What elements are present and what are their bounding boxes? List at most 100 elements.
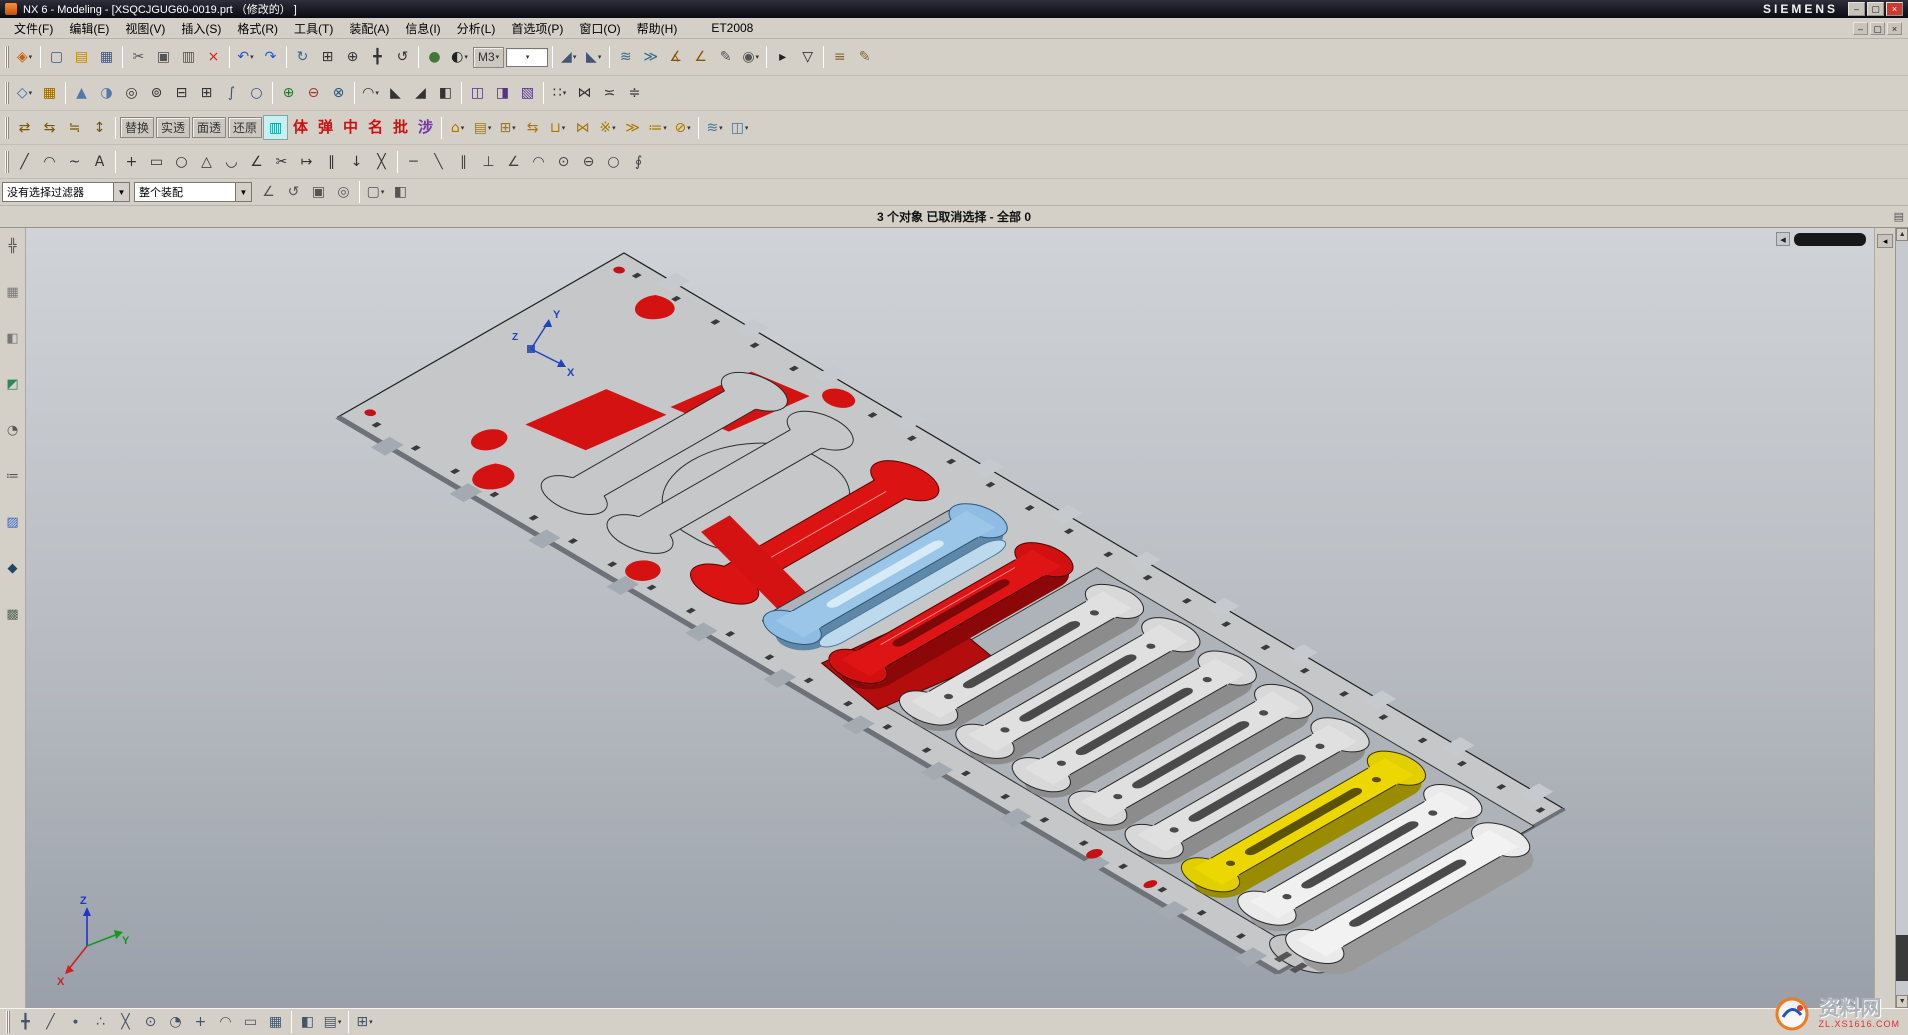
intersection-point-icon[interactable]: ╳ bbox=[113, 1010, 138, 1035]
offset-region-icon[interactable]: ≒ bbox=[62, 115, 87, 140]
solid-transparent-button[interactable]: 实透 bbox=[156, 117, 190, 138]
wave-geometry-icon[interactable]: ≋ bbox=[613, 45, 638, 70]
exploded-views-icon[interactable]: ※▾ bbox=[595, 115, 620, 140]
texture-icon[interactable]: ▩ bbox=[3, 604, 23, 624]
bounded-grid-icon[interactable]: ▦ bbox=[263, 1010, 288, 1035]
angle-line-icon[interactable]: ∠ bbox=[501, 149, 526, 174]
unite-icon[interactable]: ⊕ bbox=[276, 81, 301, 106]
doc-minimize-button[interactable]: – bbox=[1853, 22, 1868, 35]
new-icon[interactable]: ▢ bbox=[44, 45, 69, 70]
dropdown-arrow-icon[interactable]: ▾ bbox=[29, 89, 33, 97]
dropdown-arrow-icon[interactable]: ▾ bbox=[612, 124, 616, 132]
redo-icon[interactable]: ↷ bbox=[258, 45, 283, 70]
replace-button[interactable]: 替换 bbox=[120, 117, 154, 138]
strip-model[interactable] bbox=[338, 253, 1599, 994]
text-icon[interactable]: A bbox=[87, 149, 112, 174]
inclined-line-icon[interactable]: ╲ bbox=[426, 149, 451, 174]
sweep-icon[interactable]: ∫ bbox=[219, 81, 244, 106]
dropdown-arrow-icon[interactable]: ▾ bbox=[526, 53, 530, 61]
dropdown-arrow-icon[interactable]: ▾ bbox=[512, 124, 516, 132]
extrude-icon[interactable]: ▲ bbox=[69, 81, 94, 106]
undo-icon[interactable]: ↶▾ bbox=[233, 45, 258, 70]
clock-icon[interactable]: ◔ bbox=[3, 420, 23, 440]
close-button[interactable]: × bbox=[1886, 2, 1903, 16]
assembly-constraints-icon[interactable]: ⊔▾ bbox=[545, 115, 570, 140]
menu-et2008[interactable]: ET2008 bbox=[703, 19, 761, 37]
parallel-lines-icon[interactable]: ∥ bbox=[451, 149, 476, 174]
arc-center-icon[interactable]: ⊙ bbox=[138, 1010, 163, 1035]
rectangle-icon[interactable]: ▭ bbox=[144, 149, 169, 174]
instance-feature-icon[interactable]: ∷▾ bbox=[547, 81, 572, 106]
menu-edit[interactable]: 编辑(E) bbox=[61, 18, 117, 39]
pad-icon[interactable]: ⊞ bbox=[194, 81, 219, 106]
snap-angle-icon[interactable]: ∠ bbox=[256, 180, 281, 205]
trim-body-icon[interactable]: ◫ bbox=[465, 81, 490, 106]
prev-selection-icon[interactable]: ↺ bbox=[281, 180, 306, 205]
shaded-display-icon[interactable]: ● bbox=[422, 45, 447, 70]
scrollbar-track[interactable] bbox=[1896, 241, 1908, 995]
boss-icon[interactable]: ⊚ bbox=[144, 81, 169, 106]
edit-object-display-icon[interactable]: ✎ bbox=[713, 45, 738, 70]
dropdown-arrow-icon[interactable]: ▾ bbox=[250, 53, 254, 61]
dropdown-arrow-icon[interactable]: ▾ bbox=[496, 53, 500, 61]
paste-icon[interactable]: ▥ bbox=[176, 45, 201, 70]
select-all-icon[interactable]: ▣ bbox=[306, 180, 331, 205]
grid-display-icon[interactable]: ▦ bbox=[3, 282, 23, 302]
project-curve-icon[interactable]: ↓ bbox=[344, 149, 369, 174]
dropdown-arrow-icon[interactable]: ▾ bbox=[598, 53, 602, 61]
circle-center-icon[interactable]: ⊙ bbox=[551, 149, 576, 174]
view-plane-combo[interactable]: M3▾ bbox=[473, 47, 504, 68]
resize-face-icon[interactable]: ↕ bbox=[87, 115, 112, 140]
shell-icon[interactable]: ◧ bbox=[433, 81, 458, 106]
sequence-icon[interactable]: ≫ bbox=[620, 115, 645, 140]
clearance-analysis-icon[interactable]: ⊘▾ bbox=[670, 115, 695, 140]
menu-assemblies[interactable]: 装配(A) bbox=[341, 18, 397, 39]
spring-tool-button[interactable]: 弹 bbox=[313, 115, 338, 140]
window-select-icon[interactable]: ▢▾ bbox=[363, 180, 388, 205]
dropdown-arrow-icon[interactable]: ▾ bbox=[488, 124, 492, 132]
find-component-icon[interactable]: ⌂▾ bbox=[445, 115, 470, 140]
split-body-icon[interactable]: ◨ bbox=[490, 81, 515, 106]
tube-icon[interactable]: ○ bbox=[244, 81, 269, 106]
cut-icon[interactable]: ✂ bbox=[126, 45, 151, 70]
intersection-curve-icon[interactable]: ╳ bbox=[369, 149, 394, 174]
edge-blend-icon[interactable]: ◠▾ bbox=[358, 81, 383, 106]
rendering-style-icon[interactable]: ◐▾ bbox=[447, 45, 472, 70]
revolve-icon[interactable]: ◑ bbox=[94, 81, 119, 106]
circle-diameter-icon[interactable]: ⊖ bbox=[576, 149, 601, 174]
highlight-selection-icon[interactable]: ◎ bbox=[331, 180, 356, 205]
helix-icon[interactable]: ∮ bbox=[626, 149, 651, 174]
dropdown-arrow-icon[interactable]: ▾ bbox=[663, 124, 667, 132]
fillet-curve-icon[interactable]: ◡ bbox=[219, 149, 244, 174]
zoom-icon[interactable]: ⊕ bbox=[340, 45, 365, 70]
dropdown-arrow-icon[interactable]: ▾ bbox=[381, 188, 385, 196]
add-component-icon[interactable]: ⊞▾ bbox=[495, 115, 520, 140]
profile-line-icon[interactable]: ╱ bbox=[12, 149, 37, 174]
perpendicular-line-icon[interactable]: ⊥ bbox=[476, 149, 501, 174]
trim-curve-icon[interactable]: ✂ bbox=[269, 149, 294, 174]
toolbar-drag-handle[interactable] bbox=[6, 1011, 10, 1033]
doc-restore-button[interactable]: ▢ bbox=[1870, 22, 1885, 35]
thicken-icon[interactable]: ≑ bbox=[622, 81, 647, 106]
collapse-left-icon[interactable]: ◂ bbox=[1776, 232, 1790, 246]
dropdown-arrow-icon[interactable]: ▾ bbox=[29, 53, 33, 61]
dropdown-arrow-icon[interactable]: ▾ bbox=[562, 124, 566, 132]
motion-sim-icon[interactable]: ▥ bbox=[263, 115, 288, 140]
dropdown-arrow-icon[interactable]: ▾ bbox=[756, 53, 760, 61]
save-icon[interactable]: ▦ bbox=[94, 45, 119, 70]
delete-icon[interactable]: × bbox=[201, 45, 226, 70]
dropdown-arrow-icon[interactable]: ▾ bbox=[745, 124, 749, 132]
datum-plane-icon[interactable]: ◇▾ bbox=[12, 81, 37, 106]
spline-icon[interactable]: ~ bbox=[62, 149, 87, 174]
center-tool-button[interactable]: 中 bbox=[338, 115, 363, 140]
selection-arrow-icon[interactable]: ▸ bbox=[770, 45, 795, 70]
ellipse-icon[interactable]: ○ bbox=[169, 149, 194, 174]
show-hide-icon[interactable]: ◉▾ bbox=[738, 45, 763, 70]
maximize-button[interactable]: ▢ bbox=[1867, 2, 1884, 16]
subtract-icon[interactable]: ⊖ bbox=[301, 81, 326, 106]
dropdown-arrow-icon[interactable]: ▾ bbox=[464, 53, 468, 61]
dropdown-arrow-icon[interactable]: ▾ bbox=[369, 1018, 373, 1026]
face-analysis-icon[interactable]: ◧ bbox=[295, 1010, 320, 1035]
toolbar-drag-handle[interactable] bbox=[5, 82, 9, 104]
dropdown-arrow-icon[interactable]: ▾ bbox=[563, 89, 567, 97]
